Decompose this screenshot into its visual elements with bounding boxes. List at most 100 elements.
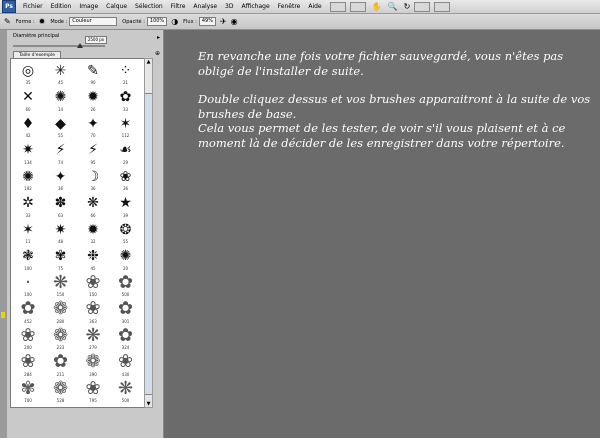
brush-preset[interactable]: ✽ 63: [46, 194, 76, 220]
brush-preset[interactable]: ✿ 452: [13, 300, 43, 326]
menu-filtre[interactable]: Filtre: [167, 3, 190, 10]
menu-image[interactable]: Image: [75, 3, 102, 10]
menu-fenetre[interactable]: Fenêtre: [274, 3, 305, 10]
menu-calque[interactable]: Calque: [102, 3, 131, 10]
brush-preset[interactable]: ✦ 70: [78, 114, 108, 140]
menu-edition[interactable]: Edition: [47, 3, 76, 10]
brush-preset[interactable]: ✷ 48: [46, 220, 76, 246]
brush-preset[interactable]: ⚡ 95: [78, 141, 108, 167]
brush-size-label: 60: [25, 106, 31, 112]
brush-size-label: 500: [121, 292, 130, 297]
opacite-field[interactable]: 100%: [146, 17, 168, 26]
brush-tool-icon[interactable]: ✎: [4, 17, 11, 26]
brush-preset[interactable]: ✺ 20: [111, 247, 141, 273]
brush-preset[interactable]: ✳ 45: [46, 61, 76, 87]
brush-preset[interactable]: ❋ 500: [111, 379, 141, 405]
brush-preset[interactable]: ⁘ 21: [111, 61, 141, 87]
screen-mode-button[interactable]: [434, 1, 451, 12]
panel-menu-icon[interactable]: ▸: [157, 34, 160, 41]
left-toolbar-strip: [0, 30, 7, 438]
brush-preset[interactable]: ❁ 223: [46, 326, 76, 352]
scrollbar-thumb[interactable]: [145, 93, 152, 395]
brush-preset[interactable]: ◎ 35: [13, 61, 43, 87]
menu-3d[interactable]: 3D: [221, 3, 237, 10]
brush-preset[interactable]: ✿ 301: [111, 300, 141, 326]
brush-preset[interactable]: ✕ 60: [13, 88, 43, 114]
brush-preset[interactable]: ❀ 284: [13, 353, 43, 379]
hand-tool-icon[interactable]: ✋: [372, 2, 382, 11]
scroll-up-icon[interactable]: ▲: [145, 59, 152, 65]
brush-size-label: 324: [121, 345, 130, 350]
brush-preset[interactable]: · 100: [13, 273, 43, 299]
pressure-opacity-icon[interactable]: ◑: [171, 17, 178, 26]
brush-preset[interactable]: ✹ 26: [78, 88, 108, 114]
mode-select[interactable]: Couleur: [69, 17, 118, 26]
brush-preset[interactable]: ✾ 75: [46, 247, 76, 273]
brush-preset[interactable]: ❋ 279: [78, 326, 108, 352]
brush-preset[interactable]: ★ 39: [111, 194, 141, 220]
flux-field[interactable]: 49%: [198, 17, 216, 26]
brush-preset[interactable]: ✺ 14: [46, 88, 76, 114]
brush-preset[interactable]: ✿ 324: [111, 326, 141, 352]
bridge-button[interactable]: [329, 1, 346, 12]
brush-preset[interactable]: ✶ 11: [13, 220, 43, 246]
brush-preset[interactable]: ❀ 363: [78, 300, 108, 326]
brush-preset[interactable]: ☙ 29: [111, 141, 141, 167]
brush-preset[interactable]: ◆ 55: [46, 114, 76, 140]
brush-preset[interactable]: ❂ 55: [111, 220, 141, 246]
brush-size-label: 430: [121, 371, 130, 377]
brush-preset[interactable]: ✿ 211: [46, 353, 76, 379]
brush-preset[interactable]: ✶ 112: [111, 114, 141, 140]
menu-analyse[interactable]: Analyse: [189, 3, 221, 10]
menu-selection[interactable]: Sélection: [131, 3, 167, 10]
brush-preset[interactable]: ❁ 280: [46, 300, 76, 326]
brush-preset[interactable]: ❉ 45: [78, 247, 108, 273]
brush-grid-scrollbar[interactable]: ▲ ▼: [144, 58, 153, 408]
foreground-color-swatch[interactable]: [1, 312, 5, 318]
mode-label: Mode :: [50, 18, 68, 25]
rotate-view-icon[interactable]: ↻: [404, 2, 411, 11]
brush-preset[interactable]: ❀ 200: [13, 326, 43, 352]
brush-preset[interactable]: ✹ 32: [78, 220, 108, 246]
brush-preset[interactable]: ✎ 90: [78, 61, 108, 87]
brush-preset[interactable]: ♦ 42: [13, 114, 43, 140]
brush-preset[interactable]: ✲ 33: [13, 194, 43, 220]
options-bar: ✎ Forme : ✹ Mode : Couleur Opacité : 100…: [0, 14, 600, 30]
arrange-documents-button[interactable]: [414, 1, 431, 12]
brush-preset[interactable]: ✿ 33: [111, 88, 141, 114]
brush-size-label: 36: [57, 186, 64, 191]
diametre-slider[interactable]: [13, 45, 105, 47]
brush-preset[interactable]: ❁ 528: [46, 379, 76, 405]
diametre-field[interactable]: 2500 px: [85, 36, 107, 44]
tablet-pressure-icon[interactable]: ◉: [231, 17, 238, 26]
brush-tip-icon: ❀: [117, 351, 134, 372]
brush-preset[interactable]: ❋ 66: [78, 194, 108, 220]
brush-size-label: 795: [89, 398, 97, 403]
brush-preset[interactable]: ✿ 500: [111, 273, 141, 299]
menu-aide[interactable]: Aide: [304, 3, 325, 10]
brush-preset[interactable]: ☽ 36: [78, 167, 108, 193]
minibridge-button[interactable]: [349, 1, 366, 12]
brush-preset[interactable]: ❀ 150: [78, 273, 108, 299]
new-preset-icon[interactable]: ⊕: [155, 50, 160, 57]
brush-preset[interactable]: ✷ 134: [13, 141, 43, 167]
brush-preset-icon[interactable]: ✹: [39, 17, 46, 26]
brush-preset[interactable]: ❀ 795: [78, 379, 108, 405]
photoshop-logo-icon[interactable]: Ps: [2, 0, 16, 13]
brush-preset[interactable]: ❋ 150: [46, 273, 76, 299]
airbrush-icon[interactable]: ✈: [220, 17, 227, 26]
brush-preset[interactable]: ✦ 36: [46, 167, 76, 193]
brush-preset[interactable]: ❀ 36: [111, 167, 141, 193]
menu-affichage[interactable]: Affichage: [237, 3, 273, 10]
brush-preset[interactable]: ✾ 700: [13, 379, 43, 405]
brush-preset[interactable]: ✺ 192: [13, 167, 43, 193]
diametre-slider-knob[interactable]: [77, 43, 83, 48]
menu-fichier[interactable]: Fichier: [19, 3, 47, 10]
brush-preset[interactable]: ❁ 390: [78, 353, 108, 379]
scroll-down-icon[interactable]: ▼: [145, 401, 152, 407]
brush-preset[interactable]: ⚡ 74: [46, 141, 76, 167]
zoom-tool-icon[interactable]: 🔍: [388, 2, 398, 11]
brush-tip-icon: ❁: [52, 377, 69, 399]
brush-preset[interactable]: ❀ 430: [111, 353, 141, 379]
brush-preset[interactable]: ❃ 100: [13, 247, 43, 273]
